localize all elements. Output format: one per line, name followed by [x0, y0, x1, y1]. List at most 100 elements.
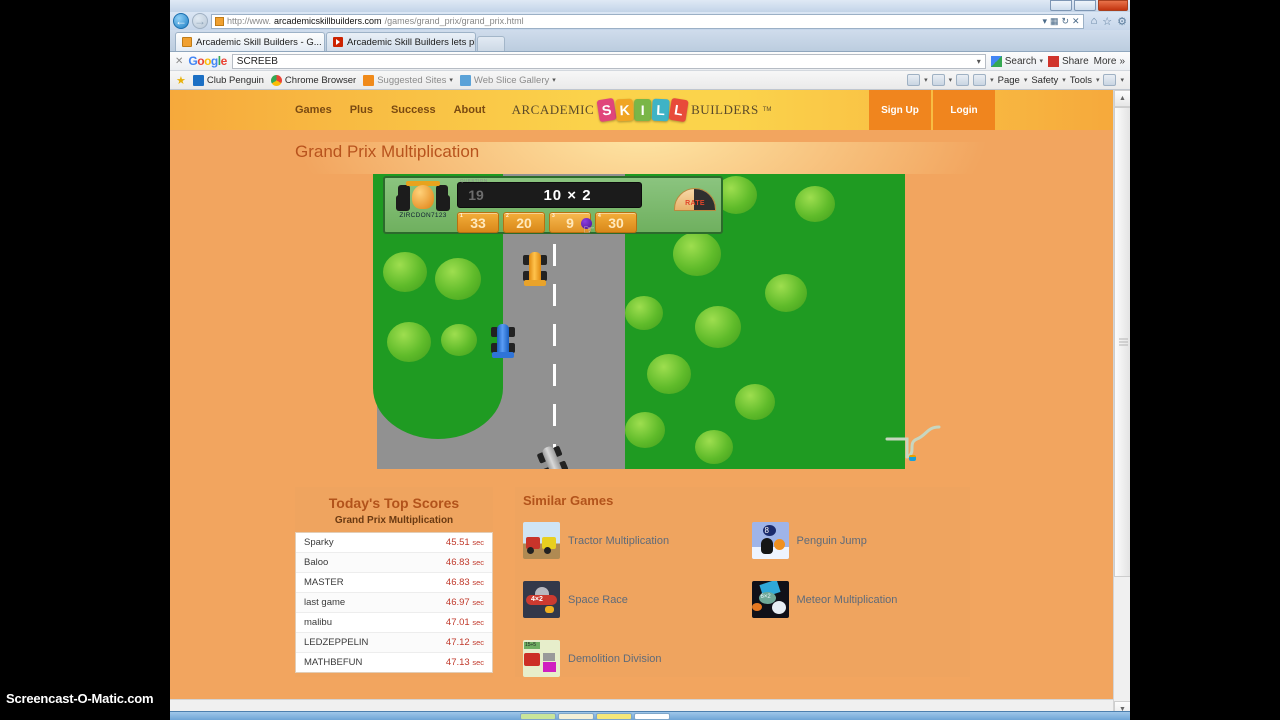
minimize-button[interactable] [1050, 0, 1072, 11]
print-icon[interactable] [973, 74, 987, 86]
window-controls [1050, 0, 1128, 11]
chevron-down-icon[interactable]: ▾ [1039, 57, 1043, 65]
add-favorite-icon[interactable]: ★ [176, 74, 186, 87]
chevron-down-icon[interactable]: ▾ [990, 76, 994, 84]
tab-title: Arcademic Skill Builders - G... [196, 36, 322, 48]
chrome-icon [270, 74, 282, 86]
brand-tile: I [634, 99, 652, 121]
page-menu-label[interactable]: Page [998, 75, 1020, 86]
chevron-down-icon[interactable]: ▾ [1024, 76, 1028, 84]
similar-game-penguin-jump[interactable]: 8 Penguin Jump [751, 522, 971, 559]
new-tab-button[interactable] [477, 36, 505, 51]
vertical-scrollbar[interactable]: ▲ ▼ [1113, 90, 1130, 718]
stop-icon[interactable]: ✕ [1072, 16, 1080, 27]
google-more-button[interactable]: More » [1094, 56, 1125, 67]
player-kart-icon [396, 181, 450, 211]
similar-game-meteor-multiplication[interactable]: 6×2 Meteor Multiplication [751, 581, 971, 618]
scrollbar-thumb[interactable] [1114, 107, 1130, 577]
more-chevron-icon: » [1119, 55, 1125, 67]
nav-item-games[interactable]: Games [295, 104, 332, 116]
tools-gear-icon[interactable]: ⚙ [1117, 15, 1127, 28]
game-canvas[interactable]: ZIRCDON7123 QUESTION 19 10 × 2 1 33 2 20… [295, 174, 973, 469]
similar-game-demolition-division[interactable]: 15÷5 Demolition Division [523, 640, 742, 677]
answer-button-3[interactable]: 3 9 [549, 212, 591, 233]
tab-youtube-video[interactable]: Arcademic Skill Builders lets pl... [326, 32, 476, 51]
google-share-button[interactable]: Share [1047, 55, 1089, 67]
site-header: Games Plus Success About ARCADEMIC S K I… [170, 90, 1113, 130]
chevron-down-icon[interactable]: ▾ [1120, 76, 1124, 84]
login-button[interactable]: Login [933, 90, 995, 130]
similar-game-label: Demolition Division [568, 652, 662, 665]
similar-game-tractor-multiplication[interactable]: Tractor Multiplication [523, 522, 742, 559]
tab-arcademic-site[interactable]: Arcademic Skill Builders - G... ✕ [175, 32, 325, 51]
similar-game-space-race[interactable]: 4×2 Space Race [523, 581, 742, 618]
refresh-icon[interactable]: ↻ [1062, 16, 1070, 27]
answer-index: 3 [552, 213, 555, 219]
taskbar-item[interactable] [596, 713, 632, 720]
answer-button-2[interactable]: 2 20 [503, 212, 545, 233]
google-search-label: Search [1004, 55, 1037, 67]
taskbar-item[interactable] [558, 713, 594, 720]
table-row: malibu 47.01 sec [296, 613, 492, 633]
game-hud: ZIRCDON7123 QUESTION 19 10 × 2 1 33 2 20… [383, 176, 723, 237]
back-button[interactable]: ← [173, 13, 189, 29]
forward-button[interactable]: → [192, 13, 208, 29]
favorite-suggested-sites[interactable]: Suggested Sites ▾ [363, 74, 453, 86]
taskbar-item[interactable] [634, 713, 670, 720]
answer-button-1[interactable]: 1 33 [457, 212, 499, 233]
maximize-button[interactable] [1074, 0, 1096, 11]
google-search-button[interactable]: Search ▾ [990, 55, 1043, 67]
chevron-down-icon[interactable]: ▾ [552, 76, 556, 84]
top-scores-panel: Today's Top Scores Grand Prix Multiplica… [295, 487, 493, 677]
sign-up-button[interactable]: Sign Up [869, 90, 931, 130]
close-window-button[interactable] [1098, 0, 1128, 11]
score-time: 47.13 sec [445, 657, 484, 668]
taskbar-item[interactable] [520, 713, 556, 720]
minimap-path-icon [885, 425, 941, 459]
compatibility-view-icon[interactable]: ▦ [1050, 16, 1059, 27]
mail-icon[interactable] [956, 74, 970, 86]
safety-menu-label[interactable]: Safety [1031, 75, 1058, 86]
answer-value: 9 [566, 214, 574, 231]
player-name: ZIRCDON7123 [399, 212, 447, 219]
penguin-thumb-icon: 8 [751, 522, 789, 559]
nav-item-success[interactable]: Success [391, 104, 436, 116]
address-dropdown-icon[interactable]: ▾ [1042, 16, 1047, 27]
chevron-down-icon[interactable]: ▾ [949, 76, 953, 84]
help-icon[interactable] [1103, 74, 1117, 86]
answer-button-4[interactable]: 4 30 [595, 212, 637, 233]
similar-games-heading: Similar Games [523, 493, 614, 508]
bush-icon [387, 322, 431, 362]
favorites-star-icon[interactable]: ☆ [1102, 15, 1112, 28]
share-icon [1047, 55, 1059, 67]
chevron-down-icon[interactable]: ▾ [924, 76, 928, 84]
feeds-icon[interactable] [931, 74, 945, 86]
nav-item-plus[interactable]: Plus [350, 104, 373, 116]
page-viewport: Games Plus Success About ARCADEMIC S K I… [170, 90, 1130, 718]
google-search-dropdown-icon[interactable]: ▾ [977, 57, 981, 66]
favorite-chrome-browser[interactable]: Chrome Browser [270, 74, 356, 86]
tools-menu-label[interactable]: Tools [1070, 75, 1092, 86]
address-bar[interactable]: http://www. arcademicskillbuilders.com/ga… [211, 13, 1084, 29]
screencast-stage: Screencast-O-Matic.com ← → http://www. ar… [0, 0, 1280, 720]
lane-divider [553, 244, 556, 469]
site-logo[interactable]: ARCADEMIC S K I L L BUILDERS TM [512, 97, 771, 123]
similar-game-label: Space Race [568, 593, 628, 606]
scrollbar-grip-icon [1119, 338, 1128, 346]
chevron-down-icon[interactable]: ▾ [1062, 76, 1066, 84]
google-toolbar-close-icon[interactable]: ✕ [175, 56, 183, 67]
home-command-icon[interactable] [907, 74, 921, 86]
scroll-up-button[interactable]: ▲ [1114, 90, 1130, 107]
favorite-web-slice-gallery[interactable]: Web Slice Gallery ▾ [459, 74, 556, 86]
google-search-input[interactable]: SCREEB ▾ [231, 53, 986, 69]
score-time: 46.83 sec [445, 557, 484, 568]
track-minimap [883, 413, 943, 461]
command-bar: ▾ ▾ ▾ Page ▾ Safety ▾ Tools ▾ ▾ [907, 74, 1124, 86]
chevron-down-icon[interactable]: ▾ [1096, 76, 1100, 84]
favorite-club-penguin[interactable]: Club Penguin [192, 74, 264, 86]
nav-item-about[interactable]: About [454, 104, 486, 116]
home-icon[interactable]: ⌂ [1091, 15, 1098, 28]
page-title: Grand Prix Multiplication [295, 142, 480, 161]
chevron-down-icon[interactable]: ▾ [449, 76, 453, 84]
score-name: LEDZEPPELIN [304, 637, 369, 648]
